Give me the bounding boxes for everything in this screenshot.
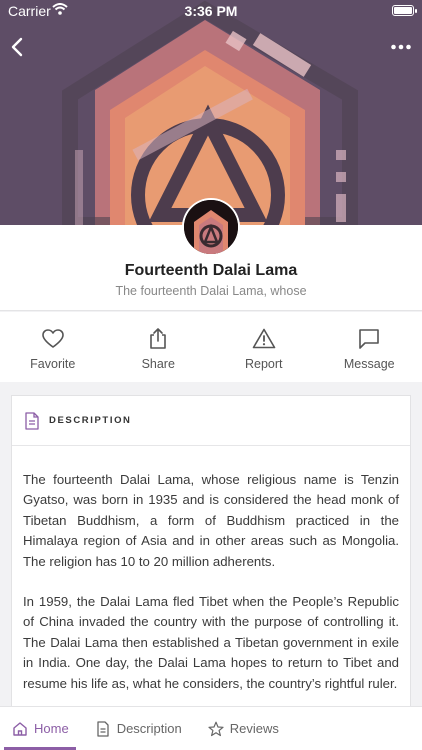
status-bar: Carrier 3:36 PM bbox=[0, 0, 422, 22]
tab-reviews[interactable]: Reviews bbox=[208, 721, 279, 737]
tab-description[interactable]: Description bbox=[95, 720, 182, 737]
share-button[interactable]: Share bbox=[106, 312, 212, 382]
favorite-button[interactable]: Favorite bbox=[0, 312, 106, 382]
home-icon bbox=[13, 721, 27, 736]
more-options-icon[interactable] bbox=[390, 38, 412, 56]
tab-home[interactable]: Home bbox=[12, 721, 69, 737]
status-time: 3:36 PM bbox=[184, 3, 238, 19]
star-icon bbox=[208, 721, 224, 736]
share-label: Share bbox=[141, 357, 175, 371]
document-icon bbox=[97, 720, 109, 737]
heart-icon bbox=[41, 329, 64, 348]
description-title: DESCRIPTION bbox=[49, 415, 132, 426]
profile-subtitle: The fourteenth Dalai Lama, whose bbox=[115, 284, 307, 298]
tab-description-label: Description bbox=[116, 721, 182, 736]
message-button[interactable]: Message bbox=[317, 312, 422, 382]
document-icon bbox=[25, 411, 39, 430]
description-body: The fourteenth Dalai Lama, whose religio… bbox=[12, 446, 410, 694]
profile-name: Fourteenth Dalai Lama bbox=[124, 262, 298, 279]
avatar-artwork bbox=[184, 200, 238, 254]
tab-reviews-label: Reviews bbox=[229, 721, 279, 736]
message-icon bbox=[359, 329, 380, 349]
description-paragraph: The fourteenth Dalai Lama, whose religio… bbox=[23, 472, 399, 569]
share-icon bbox=[150, 328, 167, 349]
report-label: Report bbox=[244, 357, 283, 371]
report-button[interactable]: Report bbox=[211, 312, 317, 382]
hero-banner: Carrier 3:36 PM bbox=[0, 0, 422, 225]
description-card: DESCRIPTION The fourteenth Dalai Lama, w… bbox=[11, 395, 411, 715]
description-paragraph: In 1959, the Dalai Lama fled Tibet when … bbox=[23, 594, 399, 691]
avatar bbox=[182, 198, 240, 256]
action-bar: Favorite Share Report Message bbox=[0, 312, 422, 382]
back-chevron-icon[interactable] bbox=[8, 36, 28, 58]
tab-home-label: Home bbox=[34, 721, 69, 736]
warning-icon bbox=[252, 328, 276, 349]
message-label: Message bbox=[343, 357, 395, 371]
bottom-tab-bar: Home Description Reviews bbox=[0, 706, 422, 750]
favorite-label: Favorite bbox=[30, 357, 76, 371]
description-header: DESCRIPTION bbox=[12, 396, 410, 446]
battery-icon bbox=[392, 5, 417, 16]
hero-artwork bbox=[0, 0, 422, 225]
